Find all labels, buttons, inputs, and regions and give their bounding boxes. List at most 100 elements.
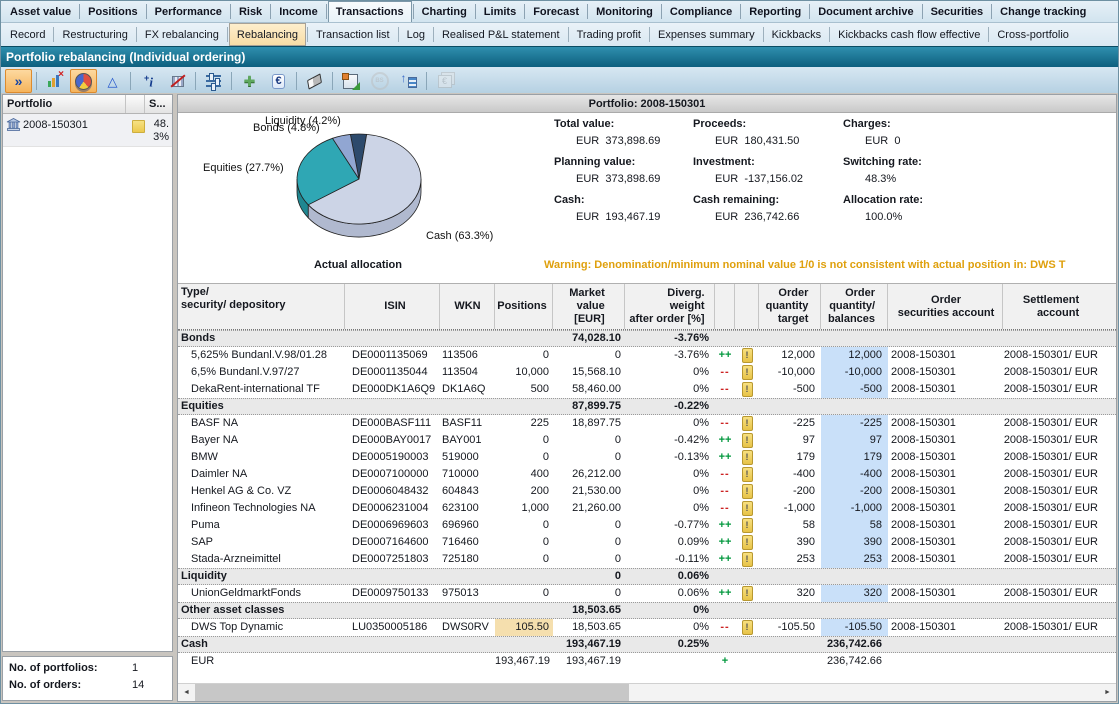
col-header-isin[interactable]: ISIN <box>345 284 440 329</box>
scroll-thumb[interactable] <box>195 684 629 701</box>
security-row-uniongeldmarktfonds[interactable]: UnionGeldmarktFondsDE0009750133975013000… <box>178 585 1116 602</box>
menu-tab-monitoring[interactable]: Monitoring <box>589 1 660 22</box>
cell-dw: -0.13% <box>625 449 715 466</box>
menu-tab-compliance[interactable]: Compliance <box>663 1 739 22</box>
menu-tab-limits[interactable]: Limits <box>477 1 523 22</box>
subtab-fx-rebalancing[interactable]: FX rebalancing <box>138 23 226 46</box>
subtab-expenses-summary[interactable]: Expenses summary <box>651 23 762 46</box>
delete-orders-icon <box>307 73 322 89</box>
subtab-record[interactable]: Record <box>3 23 52 46</box>
col-header-icon-6[interactable] <box>715 284 735 329</box>
menu-tab-performance[interactable]: Performance <box>148 1 229 22</box>
security-row-6-5-bundanl-v-97-27[interactable]: 6,5% Bundanl.V.97/27DE000113504411350410… <box>178 364 1116 381</box>
col-header-order-quantity-balances[interactable]: Order quantity/ balances <box>821 284 888 329</box>
security-row-basf-na[interactable]: BASF NADE000BASF111BASF1122518,897.750%-… <box>178 415 1116 432</box>
cell-sa: 2008-150301 <box>888 432 1003 449</box>
subtab-kickbacks-cash-flow-effective[interactable]: Kickbacks cash flow effective <box>831 23 987 46</box>
cell-isin: DE0005190003 <box>345 449 440 466</box>
menu-tab-income[interactable]: Income <box>272 1 325 22</box>
subtab-transaction-list[interactable]: Transaction list <box>309 23 397 46</box>
add-info-button[interactable]: +i <box>135 69 162 93</box>
col-header-icon-7[interactable] <box>735 284 759 329</box>
import-orders-button[interactable] <box>395 69 422 93</box>
positions-chart-button[interactable]: × <box>41 69 68 93</box>
expand-sidebar-button[interactable]: » <box>5 69 32 93</box>
subtab-trading-profit[interactable]: Trading profit <box>570 23 648 46</box>
cell-qb <box>821 602 888 619</box>
menu-separator <box>524 4 525 19</box>
cell-qb: 253 <box>821 551 888 568</box>
security-row-puma[interactable]: PumaDE000696960369696000-0.77%++!5858200… <box>178 517 1116 534</box>
col-header-type-security-depository[interactable]: Type/ security/ depository <box>178 284 345 329</box>
delete-orders-button[interactable] <box>301 69 328 93</box>
col-header-status[interactable] <box>126 95 145 113</box>
status-square-icon <box>132 120 145 133</box>
col-header-market-value-eur[interactable]: Market value [EUR] <box>553 284 625 329</box>
group-row-cash[interactable]: Cash193,467.190.25%236,742.66 <box>178 636 1116 653</box>
expand-sidebar-icon: » <box>15 74 23 88</box>
h-scrollbar[interactable]: ◄ ► <box>178 683 1116 701</box>
security-row-eur[interactable]: EUR193,467.19193,467.19+236,742.66 <box>178 653 1116 670</box>
menu-tab-positions[interactable]: Positions <box>81 1 145 22</box>
subtab-log[interactable]: Log <box>400 23 432 46</box>
security-row-dws-top-dynamic[interactable]: DWS Top DynamicLU0350005186DWS0RV105.501… <box>178 619 1116 636</box>
menu-tab-risk[interactable]: Risk <box>232 1 269 22</box>
subtab-restructuring[interactable]: Restructuring <box>55 23 134 46</box>
currency-button[interactable]: € <box>265 69 292 93</box>
cell-qb: 320 <box>821 585 888 602</box>
col-header-share[interactable]: S... <box>145 95 172 113</box>
menu-tab-change-tracking[interactable]: Change tracking <box>993 1 1093 22</box>
scroll-track[interactable] <box>195 684 1099 701</box>
menu-tab-asset-value[interactable]: Asset value <box>3 1 78 22</box>
col-header-positions[interactable]: Positions <box>495 284 553 329</box>
menu-tab-document-archive[interactable]: Document archive <box>811 1 920 22</box>
menu-tab-forecast[interactable]: Forecast <box>526 1 586 22</box>
toolbar-separator <box>231 72 232 90</box>
security-row-infineon-technologies-na[interactable]: Infineon Technologies NADE00062310046231… <box>178 500 1116 517</box>
group-row-equities[interactable]: Equities87,899.75-0.22% <box>178 398 1116 415</box>
security-row-stada-arzneimittel[interactable]: Stada-ArzneimittelDE000725180372518000-0… <box>178 551 1116 568</box>
security-row-5-625-bundanl-v-98-01-28[interactable]: 5,625% Bundanl.V.98/01.28DE0001135069113… <box>178 347 1116 364</box>
security-row-daimler-na[interactable]: Daimler NADE000710000071000040026,212.00… <box>178 466 1116 483</box>
group-row-bonds[interactable]: Bonds74,028.10-3.76% <box>178 330 1116 347</box>
cell-qt <box>759 568 821 585</box>
col-header-wkn[interactable]: WKN <box>440 284 495 329</box>
subtab-kickbacks[interactable]: Kickbacks <box>765 23 829 46</box>
hide-table-button[interactable] <box>164 69 191 93</box>
menu-tab-charting[interactable]: Charting <box>415 1 474 22</box>
allocation-pie-button[interactable] <box>70 69 97 93</box>
security-row-dekarent-international-tf[interactable]: DekaRent-international TFDE000DK1A6Q9DK1… <box>178 381 1116 398</box>
subtab-rebalancing[interactable]: Rebalancing <box>229 23 306 46</box>
order-report-button[interactable] <box>337 69 364 93</box>
cell-name: EUR <box>178 653 345 670</box>
scroll-left-button[interactable]: ◄ <box>178 684 195 701</box>
security-row-henkel-ag-co-vz[interactable]: Henkel AG & Co. VZDE00060484326048432002… <box>178 483 1116 500</box>
cell-qb: 236,742.66 <box>821 653 888 670</box>
menu-tab-securities[interactable]: Securities <box>924 1 991 22</box>
add-order-button[interactable]: ✚ <box>236 69 263 93</box>
menu-tab-transactions[interactable]: Transactions <box>328 1 412 22</box>
cell-qt: 12,000 <box>759 347 821 364</box>
cell-qt: 179 <box>759 449 821 466</box>
scroll-right-button[interactable]: ► <box>1099 684 1116 701</box>
col-header-order-quantity-target[interactable]: Order quantity target <box>759 284 821 329</box>
col-header-diverg-weight-after-order[interactable]: Diverg. weight after order [%] <box>625 284 715 329</box>
security-row-bayer-na[interactable]: Bayer NADE000BAY0017BAY00100-0.42%++!979… <box>178 432 1116 449</box>
cell-sa: 2008-150301 <box>888 466 1003 483</box>
portfolio-row[interactable]: 2008-150301 48.3% <box>3 114 172 147</box>
cell-st: 2008-150301/ EUR <box>1003 381 1116 398</box>
col-header-portfolio[interactable]: Portfolio <box>3 95 126 113</box>
order-settings-button[interactable] <box>200 69 227 93</box>
subtab-realised-p-l-statement[interactable]: Realised P&L statement <box>435 23 567 46</box>
cell-wkn: 519000 <box>440 449 495 466</box>
group-row-other-asset-classes[interactable]: Other asset classes18,503.650% <box>178 602 1116 619</box>
security-row-bmw[interactable]: BMWDE000519000351900000-0.13%++!17917920… <box>178 449 1116 466</box>
subtab-cross-portfolio[interactable]: Cross-portfolio <box>990 23 1076 46</box>
difference-button[interactable]: △ <box>99 69 126 93</box>
security-row-sap[interactable]: SAPDE0007164600716460000.09%++!390390200… <box>178 534 1116 551</box>
group-row-liquidity[interactable]: Liquidity00.06% <box>178 568 1116 585</box>
col-header-order-securities-account[interactable]: Order securities account <box>888 284 1003 329</box>
cell-isin <box>345 653 440 670</box>
menu-tab-reporting[interactable]: Reporting <box>742 1 808 22</box>
col-header-settlement-account[interactable]: Settlement account <box>1003 284 1116 329</box>
